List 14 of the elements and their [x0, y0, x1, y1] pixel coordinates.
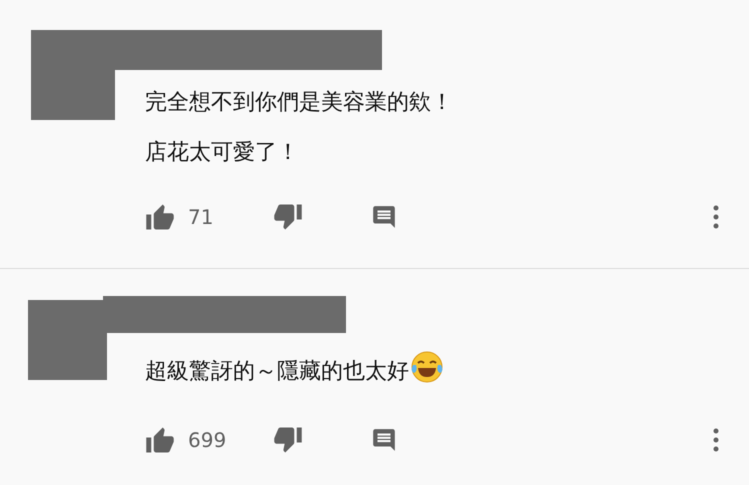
comment-icon[interactable] [371, 427, 397, 453]
thumbs-down-icon[interactable] [273, 426, 303, 454]
laughing-emoji-icon [410, 350, 444, 384]
thumbs-down-icon[interactable] [273, 203, 303, 231]
thumbs-up-icon[interactable] [145, 203, 175, 231]
comment-text: 店花太可愛了！ [145, 140, 299, 165]
more-options-icon[interactable] [713, 205, 719, 229]
comment-icon[interactable] [371, 204, 397, 230]
like-count: 71 [188, 204, 214, 231]
comment-text: 超級驚訝的～隱藏的也太好 [145, 359, 409, 384]
comment-text: 完全想不到你們是美容業的欸！ [145, 90, 453, 115]
more-options-icon[interactable] [713, 428, 719, 452]
like-count: 699 [188, 427, 226, 454]
thumbs-up-icon[interactable] [145, 426, 175, 454]
